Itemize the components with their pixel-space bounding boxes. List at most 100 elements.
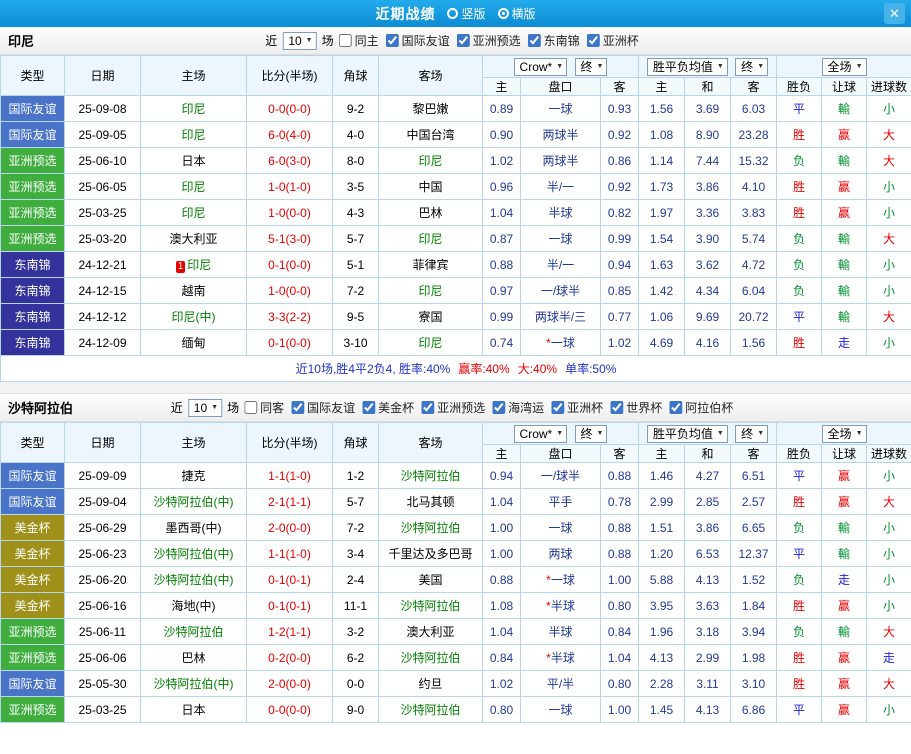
- wdl-avg-select[interactable]: 胜平负均值 ▼: [646, 57, 728, 76]
- cell-away-team: 澳大利亚: [378, 618, 483, 645]
- games-count-value: 10: [288, 33, 302, 48]
- cell-result-handicap: 走: [821, 329, 868, 356]
- cell-odds-win: 4.13: [638, 644, 685, 671]
- close-button[interactable]: ✕: [884, 3, 905, 24]
- cell-handicap-odds-home: 0.90: [482, 121, 521, 148]
- cell-odds-draw: 2.99: [684, 644, 731, 671]
- cell-corners: 9-5: [332, 303, 379, 330]
- cell-result-handicap: 赢: [821, 644, 868, 671]
- cell-odds-win: 5.88: [638, 566, 685, 593]
- filter-option-label: 美金杯: [378, 400, 415, 415]
- filter-checkbox[interactable]: [362, 400, 376, 414]
- sub-header-wdl: 胜负: [776, 444, 823, 463]
- cell-date: 24-12-21: [64, 251, 141, 278]
- results-table: 类型 日期 主场 比分(半场) 角球 客场 Crow* ▼ 终 ▼ 胜平负均值 ▼ 终…: [0, 55, 911, 382]
- filter-option-label: 同客: [260, 400, 285, 415]
- crow-odds-select[interactable]: Crow* ▼: [513, 57, 568, 76]
- horizontal-layout-radio[interactable]: 横版: [497, 5, 536, 22]
- title-bar: 近期战绩 竖版 横版 ✕: [0, 0, 911, 27]
- cell-handicap-odds-away: 0.88: [600, 514, 639, 541]
- home-team-name: 澳大利亚: [169, 232, 218, 246]
- away-team-name: 澳大利亚: [406, 625, 455, 639]
- wdl-avg-value: 胜平负均值: [652, 426, 713, 441]
- filter-checkbox[interactable]: [551, 400, 565, 414]
- chevron-down-icon: ▼: [556, 62, 564, 70]
- cell-away-team: 中国台湾: [378, 121, 483, 148]
- games-count-select[interactable]: 10 ▼: [282, 31, 317, 50]
- games-label: 场: [227, 401, 240, 415]
- cell-score: 1-1(1-0): [246, 540, 333, 567]
- final-wdl-select[interactable]: 终 ▼: [735, 57, 769, 76]
- vertical-layout-radio[interactable]: 竖版: [447, 5, 486, 22]
- col-header-away: 客场: [378, 422, 483, 463]
- cell-odds-lose: 6.86: [729, 696, 778, 723]
- cell-competition: 东南锦: [0, 329, 65, 356]
- filter-option: 海湾运: [492, 399, 544, 416]
- cell-handicap-odds-away: 1.04: [600, 644, 639, 671]
- cell-home-team: 海地(中): [140, 592, 247, 619]
- cell-odds-draw: 4.16: [684, 329, 731, 356]
- cell-away-team: 沙特阿拉伯: [378, 514, 483, 541]
- cell-handicap-line: 平/半: [520, 670, 601, 697]
- cell-odds-win: 1.73: [638, 173, 685, 200]
- filter-checkbox[interactable]: [527, 33, 541, 47]
- cell-handicap-odds-home: 0.84: [482, 644, 521, 671]
- filter-checkbox[interactable]: [291, 400, 305, 414]
- chevron-down-icon: ▼: [855, 62, 863, 70]
- match-row: 东南锦 24-12-15 越南 1-0(0-0) 7-2 印尼 0.97 一/球半 0.85 1.…: [0, 277, 911, 304]
- filter-option: 亚洲杯: [586, 32, 639, 49]
- filter-option-label: 阿拉伯杯: [685, 400, 734, 415]
- sub-header-goals: 进球数: [866, 77, 911, 96]
- cell-result-goals: 大: [866, 670, 911, 697]
- cell-result-handicap: 赢: [821, 696, 868, 723]
- games-count-select[interactable]: 10 ▼: [187, 398, 223, 417]
- final-wdl-select[interactable]: 终 ▼: [735, 424, 769, 443]
- match-row: 美金杯 25-06-16 海地(中) 0-1(0-1) 11-1 沙特阿拉伯 1.08 *半球…: [0, 592, 911, 619]
- team-section-saudi-arabia: 沙特阿拉伯 近 10 ▼ 场 同客 国际友谊 美金杯 亚洲预选 海湾运 亚洲杯 世界杯 阿拉伯杯…: [0, 394, 911, 723]
- cell-corners: 5-7: [332, 488, 379, 515]
- cell-handicap-odds-home: 0.99: [482, 303, 521, 330]
- filter-checkbox[interactable]: [610, 400, 624, 414]
- cell-result-handicap: 輸: [821, 225, 868, 252]
- scope-select[interactable]: 全场 ▼: [821, 424, 867, 443]
- filter-option: 美金杯: [362, 399, 414, 416]
- cell-odds-win: 1.20: [638, 540, 685, 567]
- home-team-name: 沙特阿拉伯(中): [153, 573, 234, 587]
- wdl-avg-select[interactable]: 胜平负均值 ▼: [646, 424, 728, 443]
- cell-handicap-odds-home: 1.04: [482, 199, 521, 226]
- filter-checkbox[interactable]: [385, 33, 399, 47]
- cell-odds-lose: 1.52: [729, 566, 778, 593]
- home-team-name: 海地(中): [171, 599, 216, 613]
- crow-odds-select[interactable]: Crow* ▼: [513, 424, 568, 443]
- filter-checkbox[interactable]: [421, 400, 435, 414]
- filter-checkbox[interactable]: [456, 33, 470, 47]
- cell-odds-draw: 3.63: [684, 592, 731, 619]
- cell-date: 25-06-16: [64, 592, 141, 619]
- final-odds-select[interactable]: 终 ▼: [574, 57, 608, 76]
- sub-header-odds-win: 主: [638, 444, 685, 463]
- cell-odds-win: 1.63: [638, 251, 685, 278]
- filter-checkbox[interactable]: [586, 33, 600, 47]
- final-odds-select[interactable]: 终 ▼: [574, 424, 608, 443]
- cell-odds-win: 1.06: [638, 303, 685, 330]
- cell-result-handicap: 輸: [821, 147, 868, 174]
- home-team-name: 捷克: [181, 469, 206, 483]
- scope-select[interactable]: 全场 ▼: [821, 57, 867, 76]
- games-label: 场: [321, 34, 334, 48]
- filter-checkbox[interactable]: [669, 400, 683, 414]
- cell-odds-draw: 3.62: [684, 251, 731, 278]
- filter-checkbox[interactable]: [244, 400, 258, 414]
- cell-handicap-line: 半/一: [520, 251, 601, 278]
- cell-score: 0-2(0-0): [246, 644, 333, 671]
- filter-checkbox[interactable]: [338, 33, 352, 47]
- away-team-name: 寮国: [418, 310, 443, 324]
- match-row: 亚洲预选 25-03-20 澳大利亚 5-1(3-0) 5-7 印尼 0.87 一球 0.99 1…: [0, 225, 911, 252]
- filter-option-label: 亚洲杯: [567, 400, 604, 415]
- away-team-name: 北马其顿: [406, 495, 455, 509]
- cell-handicap-line: *一球: [520, 329, 601, 356]
- filter-checkbox[interactable]: [492, 400, 506, 414]
- cell-handicap-line: 半/一: [520, 173, 601, 200]
- cell-result-goals: 大: [866, 225, 911, 252]
- cell-date: 25-06-29: [64, 514, 141, 541]
- cell-corners: 3-10: [332, 329, 379, 356]
